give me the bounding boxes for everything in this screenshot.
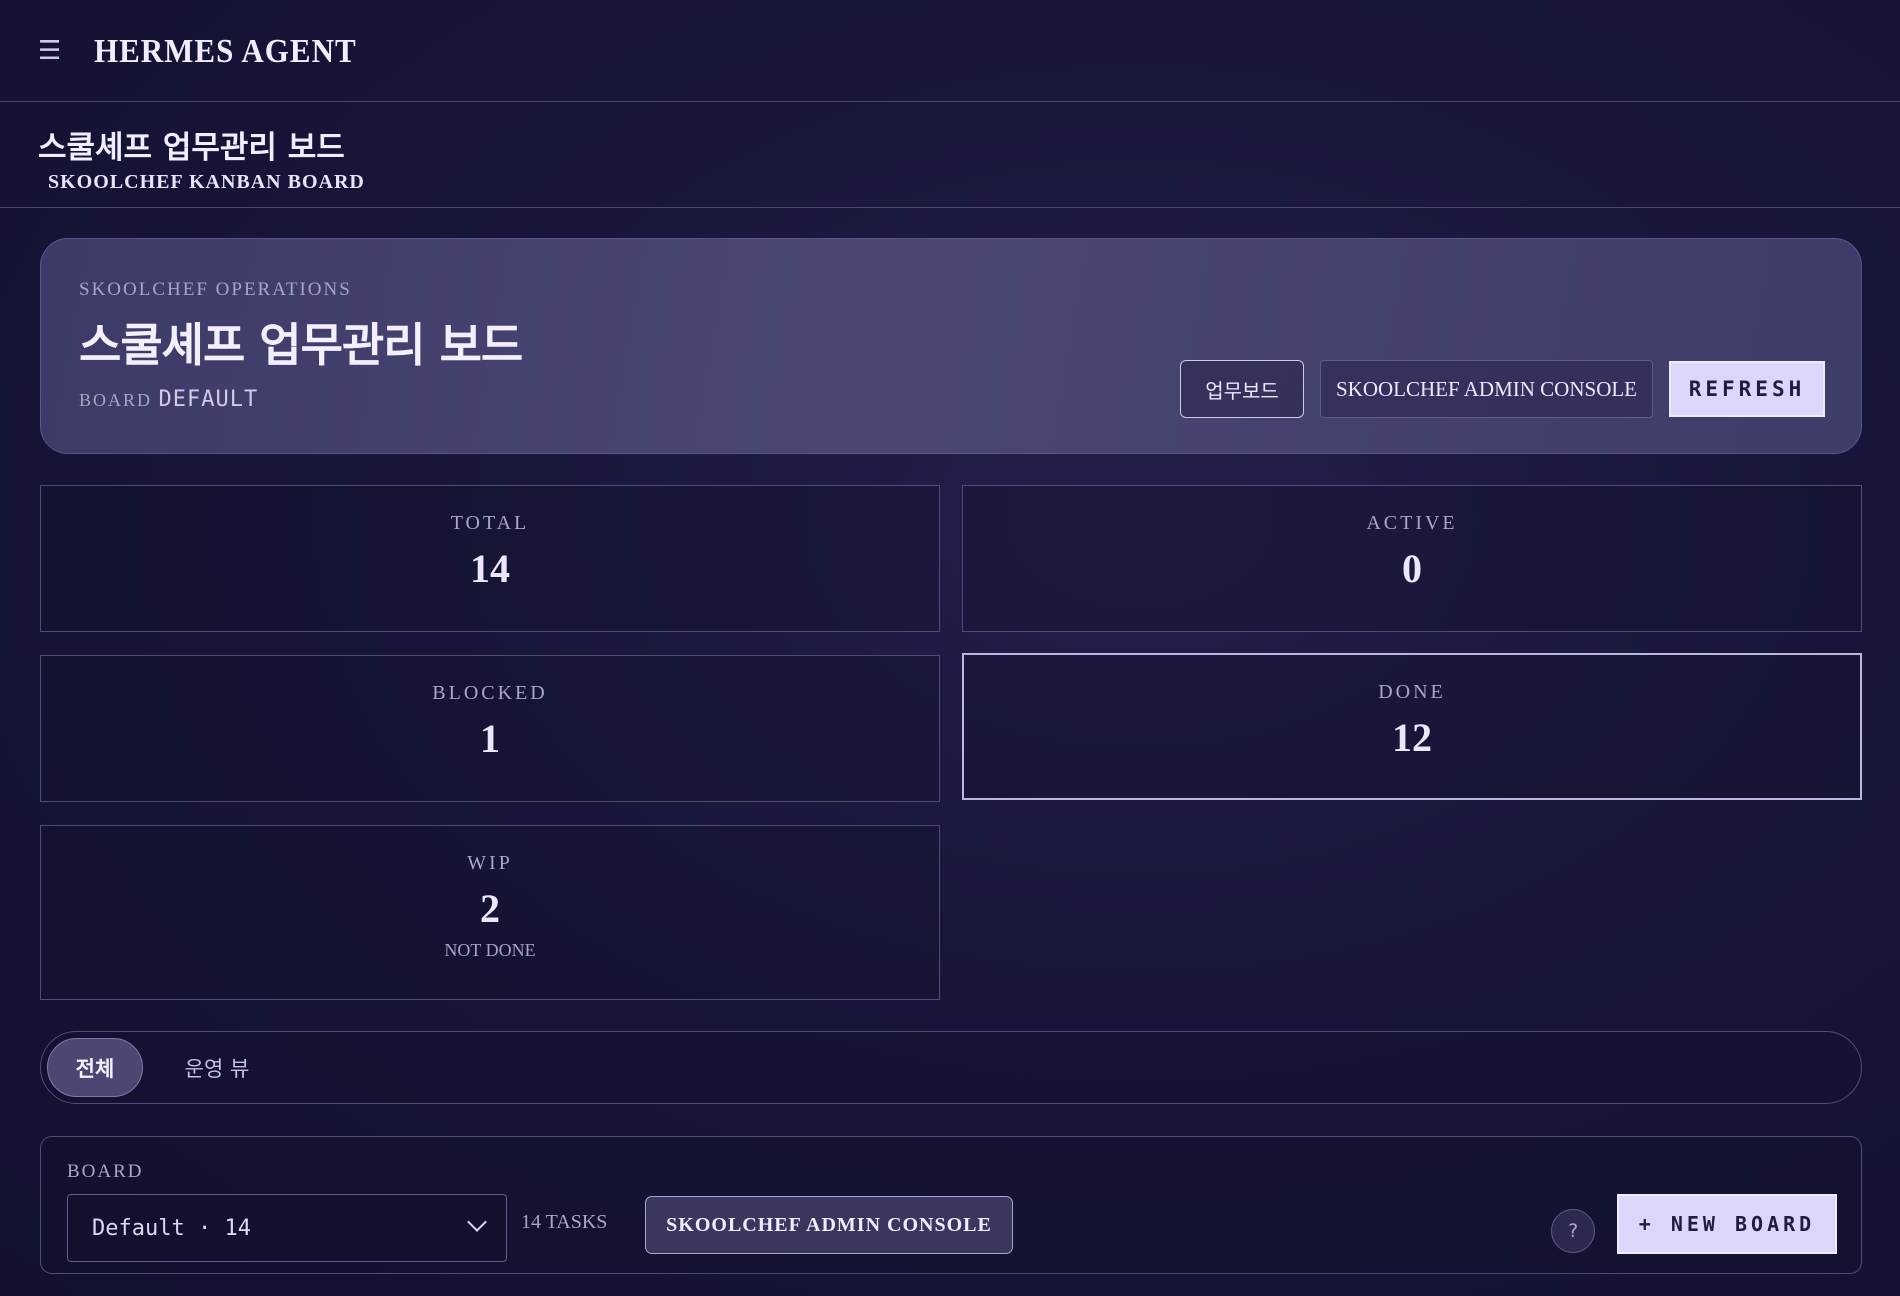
stat-blocked-value: 1	[480, 716, 500, 761]
hero-eyebrow: SKOOLCHEF OPERATIONS	[79, 279, 352, 300]
stat-wip: WIP 2 NOT DONE	[40, 825, 940, 1000]
hero-board-label: BOARD	[79, 390, 153, 410]
stat-active-value: 0	[1402, 546, 1422, 591]
stat-done-label: DONE	[1378, 681, 1446, 703]
hero-board-info: BOARD DEFAULT	[79, 387, 258, 412]
new-board-button[interactable]: + NEW BOARD	[1617, 1194, 1837, 1254]
stat-wip-sub: NOT DONE	[444, 940, 536, 960]
task-count: 14 TASKS	[521, 1211, 608, 1233]
page-title: 스쿨셰프 업무관리 보드	[38, 130, 345, 166]
stat-active: ACTIVE 0	[962, 485, 1862, 632]
stat-done-value: 12	[1392, 715, 1432, 760]
hero-board-value: DEFAULT	[158, 387, 259, 412]
stat-total-value: 14	[470, 546, 510, 591]
top-bar: ☰ HERMES AGENT	[0, 0, 1900, 102]
stat-total-label: TOTAL	[450, 512, 530, 534]
stat-blocked: BLOCKED 1	[40, 655, 940, 802]
stat-wip-value: 2	[480, 886, 500, 931]
stat-active-label: ACTIVE	[1366, 512, 1458, 534]
view-tabs: 전체 운영 뷰	[40, 1031, 1862, 1104]
tab-all[interactable]: 전체	[47, 1038, 143, 1097]
board-admin-console-button[interactable]: SKOOLCHEF ADMIN CONSOLE	[645, 1196, 1013, 1254]
tab-ops-view[interactable]: 운영 뷰	[167, 1038, 267, 1097]
help-icon[interactable]: ?	[1551, 1209, 1595, 1253]
admin-console-button[interactable]: SKOOLCHEF ADMIN CONSOLE	[1320, 360, 1653, 418]
stat-blocked-label: BLOCKED	[432, 682, 548, 704]
page-subtitle: SKOOLCHEF KANBAN BOARD	[48, 171, 365, 193]
board-select-label: BOARD	[67, 1161, 144, 1182]
hero-title: 스쿨셰프 업무관리 보드	[79, 318, 523, 372]
chevron-down-icon	[467, 1212, 487, 1232]
stat-wip-label: WIP	[467, 852, 513, 874]
board-bar: BOARD Default · 14 14 TASKS SKOOLCHEF AD…	[40, 1136, 1862, 1274]
board-select[interactable]: Default · 14	[67, 1194, 507, 1262]
app-brand: HERMES AGENT	[94, 30, 357, 70]
refresh-button[interactable]: REFRESH	[1669, 361, 1825, 417]
stat-total: TOTAL 14	[40, 485, 940, 632]
board-select-value: Default · 14	[92, 1215, 251, 1241]
page-header: 스쿨셰프 업무관리 보드 SKOOLCHEF KANBAN BOARD	[0, 102, 1900, 208]
hamburger-icon[interactable]: ☰	[38, 36, 78, 66]
kanban-board-button[interactable]: 업무보드	[1180, 360, 1304, 418]
hero-card: SKOOLCHEF OPERATIONS 스쿨셰프 업무관리 보드 BOARD …	[40, 238, 1862, 454]
stat-done: DONE 12	[962, 653, 1862, 800]
